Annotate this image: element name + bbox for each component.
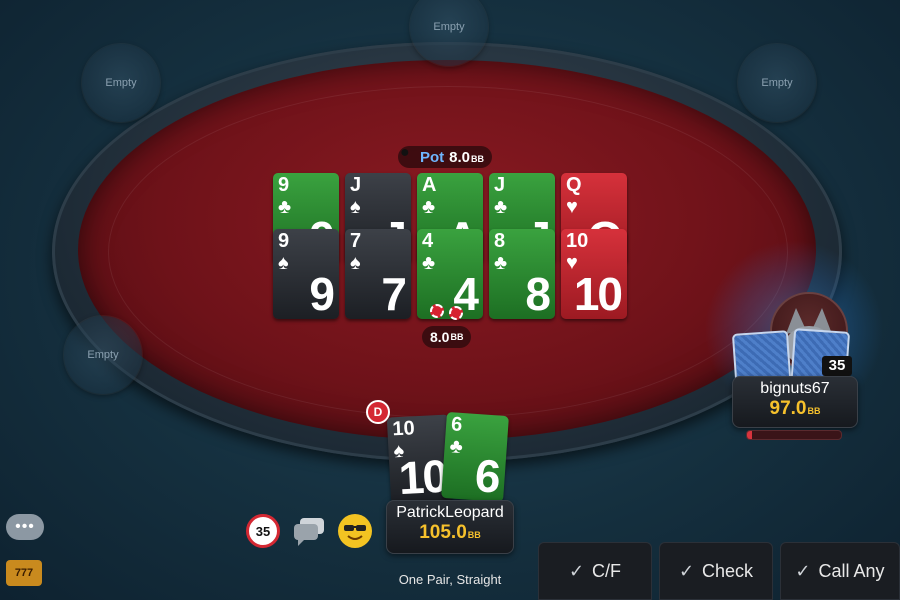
board-card: 8 ♣ 8 (489, 229, 555, 319)
bomb-icon: ● (400, 144, 410, 161)
card-rank-large: 10 (397, 449, 448, 504)
seat-label: Empty (761, 77, 793, 89)
card-rank: 6 (450, 413, 464, 437)
card-rank: J (494, 174, 506, 196)
card-suit-icon: ♠ (350, 196, 361, 218)
hero-stack: 105.0BB (419, 522, 481, 543)
card-rank-large: 10 (573, 268, 623, 319)
call-any-button[interactable]: ✓ Call Any (780, 542, 900, 600)
timebank-value: 35 (255, 523, 271, 539)
card-rank: 8 (494, 230, 506, 252)
card-rank-large: 8 (525, 268, 551, 319)
opponent-name: bignuts67 (760, 380, 830, 397)
card-suit-icon: ♣ (494, 252, 508, 274)
card-rank: J (350, 174, 362, 196)
card-rank: 9 (278, 174, 290, 196)
seat-label: Empty (105, 77, 137, 89)
card-suit-icon: ♣ (494, 196, 508, 218)
pot-amount: 8.0BB (449, 148, 485, 166)
seat-label: Empty (433, 21, 465, 33)
card-rank-large: 9 (309, 268, 335, 319)
check-button[interactable]: ✓ Check (659, 542, 773, 600)
opponent-stack: 97.0BB (769, 398, 821, 419)
timer-fill (747, 431, 752, 439)
call-any-label: Call Any (818, 560, 885, 581)
pot-label: Pot (420, 148, 445, 166)
card-rank-large: 6 (473, 449, 501, 503)
board-card: 10 ♥ 10 (561, 229, 627, 319)
seat-empty-top-left[interactable]: Empty (82, 44, 160, 122)
hand-description: One Pair, Straight (398, 572, 502, 587)
card-suit-icon: ♣ (422, 196, 436, 218)
board-card: 4 ♣ 4 (417, 229, 483, 319)
check-label: Check (702, 560, 754, 581)
hero-nameplate: PatrickLeopard 105.0BB (386, 500, 514, 554)
check-icon: ✓ (568, 560, 585, 581)
card-rank: A (422, 174, 437, 196)
seat-empty-top-right[interactable]: Empty (738, 44, 816, 122)
card-rank: Q (566, 174, 582, 196)
chip-icon (430, 304, 444, 318)
chat-bubble-icon[interactable]: ••• (6, 514, 44, 540)
card-suit-icon: ♣ (422, 252, 436, 274)
check-fold-button[interactable]: ✓ C/F (538, 542, 652, 600)
pot-display: ● Pot 8.0BB (398, 144, 493, 168)
card-rank: 10 (391, 417, 416, 441)
card-rank: 9 (278, 230, 290, 252)
check-icon: ✓ (795, 560, 811, 581)
check-icon: ✓ (678, 560, 695, 581)
card-rank: 7 (350, 230, 362, 252)
hero-card: 6 ♣ 6 (441, 411, 509, 503)
card-rank: 10 (566, 230, 589, 252)
slot-machine-icon[interactable]: 777 (6, 560, 42, 586)
opponent-timer-bar (746, 430, 842, 440)
seat-empty-left[interactable]: Empty (64, 316, 142, 394)
board-card: 9 ♠ 9 (273, 229, 339, 319)
check-fold-label: C/F (592, 560, 622, 581)
opponent-card-count: 35 (822, 356, 852, 376)
bet-amount: 8.0 BB (422, 326, 472, 348)
card-rank: 4 (422, 230, 434, 252)
chat-icon[interactable] (292, 516, 326, 546)
board-card: 7 ♠ 7 (345, 229, 411, 319)
timebank-icon[interactable]: 35 (246, 514, 280, 548)
card-suit-icon: ♠ (278, 252, 289, 274)
chip-icon (449, 306, 463, 320)
emoji-icon[interactable] (338, 514, 372, 548)
card-suit-icon: ♣ (278, 196, 292, 218)
card-suit-icon: ♣ (448, 435, 464, 459)
card-suit-icon: ♠ (350, 252, 361, 274)
seat-label: Empty (87, 349, 119, 361)
hero-name: PatrickLeopard (396, 504, 504, 521)
card-suit-icon: ♥ (566, 196, 578, 218)
card-rank-large: 7 (381, 268, 407, 319)
opponent-nameplate: bignuts67 97.0BB (732, 376, 858, 428)
